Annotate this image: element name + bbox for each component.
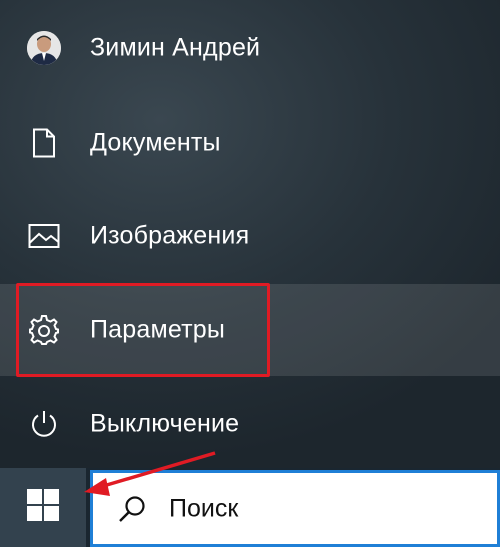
settings-label: Параметры bbox=[90, 315, 226, 344]
pictures-icon bbox=[24, 216, 64, 256]
pictures-label: Изображения bbox=[90, 221, 250, 250]
taskbar: Поиск bbox=[0, 468, 500, 547]
user-account-item[interactable]: Зимин Андрей bbox=[0, 2, 500, 94]
pictures-item[interactable]: Изображения bbox=[0, 190, 500, 282]
user-avatar bbox=[24, 28, 64, 68]
search-input[interactable]: Поиск bbox=[90, 470, 500, 547]
power-label: Выключение bbox=[90, 409, 240, 438]
documents-item[interactable]: Документы bbox=[0, 97, 500, 189]
gear-icon bbox=[24, 310, 64, 350]
power-item[interactable]: Выключение bbox=[0, 378, 500, 470]
start-button[interactable] bbox=[0, 468, 86, 547]
windows-logo-icon bbox=[27, 489, 59, 526]
user-name-label: Зимин Андрей bbox=[90, 33, 261, 62]
start-menu: Зимин Андрей Документы Изображения Парам… bbox=[0, 0, 500, 468]
documents-label: Документы bbox=[90, 128, 221, 157]
search-placeholder: Поиск bbox=[169, 494, 239, 522]
settings-item[interactable]: Параметры bbox=[0, 284, 500, 376]
search-icon bbox=[117, 494, 147, 524]
document-icon bbox=[24, 123, 64, 163]
power-icon bbox=[24, 404, 64, 444]
